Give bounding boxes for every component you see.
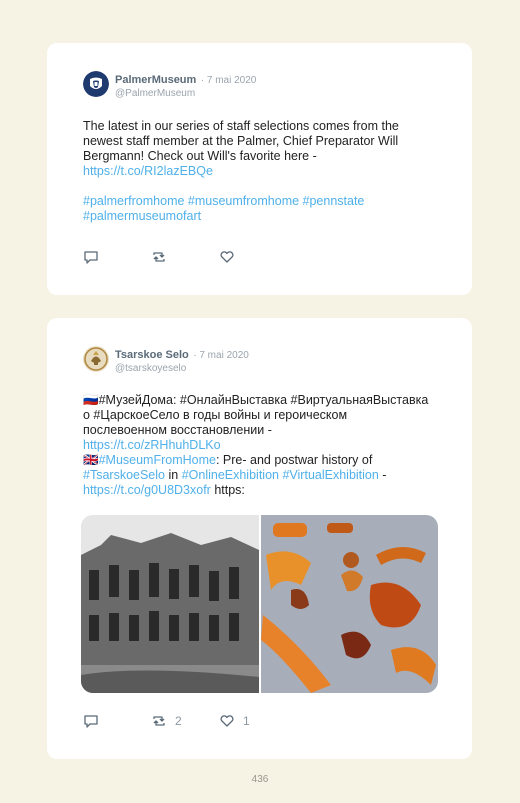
retweet-button[interactable]	[151, 250, 219, 264]
tweet-text: 🇷🇺#МузейДома: #ОнлайнВыставка #Виртуальн…	[83, 393, 433, 498]
tweet-card-tsarskoe: Tsarskoe Selo · 7 mai 2020 @tsarskoyesel…	[47, 318, 472, 759]
display-name[interactable]: Tsarskoe Selo	[115, 349, 189, 361]
like-button[interactable]	[219, 250, 287, 264]
tweet-link[interactable]: https://t.co/RI2lazEBQe	[83, 164, 213, 178]
russian-text: #МузейДома: #ОнлайнВыставка #Виртуальная…	[83, 393, 429, 437]
uk-flag: 🇬🇧	[83, 453, 99, 467]
tweet-header: PalmerMuseum · 7 mai 2020 @PalmerMuseum	[83, 71, 256, 100]
reply-button[interactable]	[83, 714, 151, 728]
palmer-avatar[interactable]	[83, 71, 109, 97]
tweet-date[interactable]: 7 mai 2020	[207, 75, 256, 86]
tweet-actions	[83, 250, 287, 264]
tweet-media[interactable]	[81, 515, 438, 693]
hashtag-onlineexhibition[interactable]: #OnlineExhibition	[182, 468, 279, 482]
hashtag-museumfromhome[interactable]: #MuseumFromHome	[99, 453, 216, 467]
like-button[interactable]: 1	[219, 714, 287, 728]
hashtag-tsarskoeselo[interactable]: #TsarskoeSelo	[83, 468, 165, 482]
reply-icon	[84, 251, 98, 264]
tweet-card-palmer: PalmerMuseum · 7 mai 2020 @PalmerMuseum …	[47, 43, 472, 295]
reply-button[interactable]	[83, 250, 151, 264]
in-word: in	[165, 468, 182, 482]
tweet-body: The latest in our series of staff select…	[83, 119, 399, 163]
like-count: 1	[243, 714, 250, 728]
tsarskoe-avatar[interactable]	[83, 346, 109, 372]
tweet-date[interactable]: 7 mai 2020	[199, 350, 248, 361]
display-name[interactable]: PalmerMuseum	[115, 74, 196, 86]
dash: -	[378, 468, 387, 482]
trailing-https: https:	[210, 483, 245, 497]
retweet-count: 2	[175, 714, 182, 728]
user-handle[interactable]: @tsarskoyeselo	[115, 362, 249, 375]
amber-fragments-photo[interactable]	[261, 515, 438, 693]
russia-flag: 🇷🇺	[83, 393, 99, 407]
retweet-button[interactable]: 2	[151, 714, 219, 728]
palace-ruins-photo[interactable]	[81, 515, 259, 693]
russian-link[interactable]: https://t.co/zRHhuhDLKo	[83, 438, 221, 452]
hashtag-virtualexhibition[interactable]: #VirtualExhibition	[282, 468, 378, 482]
english-link[interactable]: https://t.co/g0U8D3xofr	[83, 483, 211, 497]
like-icon	[220, 715, 234, 727]
page-number: 436	[251, 774, 269, 785]
like-icon	[220, 251, 234, 263]
retweet-icon	[153, 252, 165, 262]
tweet-text: The latest in our series of staff select…	[83, 119, 433, 224]
retweet-icon	[153, 716, 165, 726]
user-handle[interactable]: @PalmerMuseum	[115, 87, 256, 100]
tweet-actions: 2 1	[83, 714, 287, 728]
tweet-header: Tsarskoe Selo · 7 mai 2020 @tsarskoyesel…	[83, 346, 249, 375]
english-text: : Pre- and postwar history of	[215, 453, 373, 467]
reply-icon	[84, 715, 98, 728]
tweet-hashtags[interactable]: #palmerfromhome #museumfromhome #pennsta…	[83, 194, 364, 223]
